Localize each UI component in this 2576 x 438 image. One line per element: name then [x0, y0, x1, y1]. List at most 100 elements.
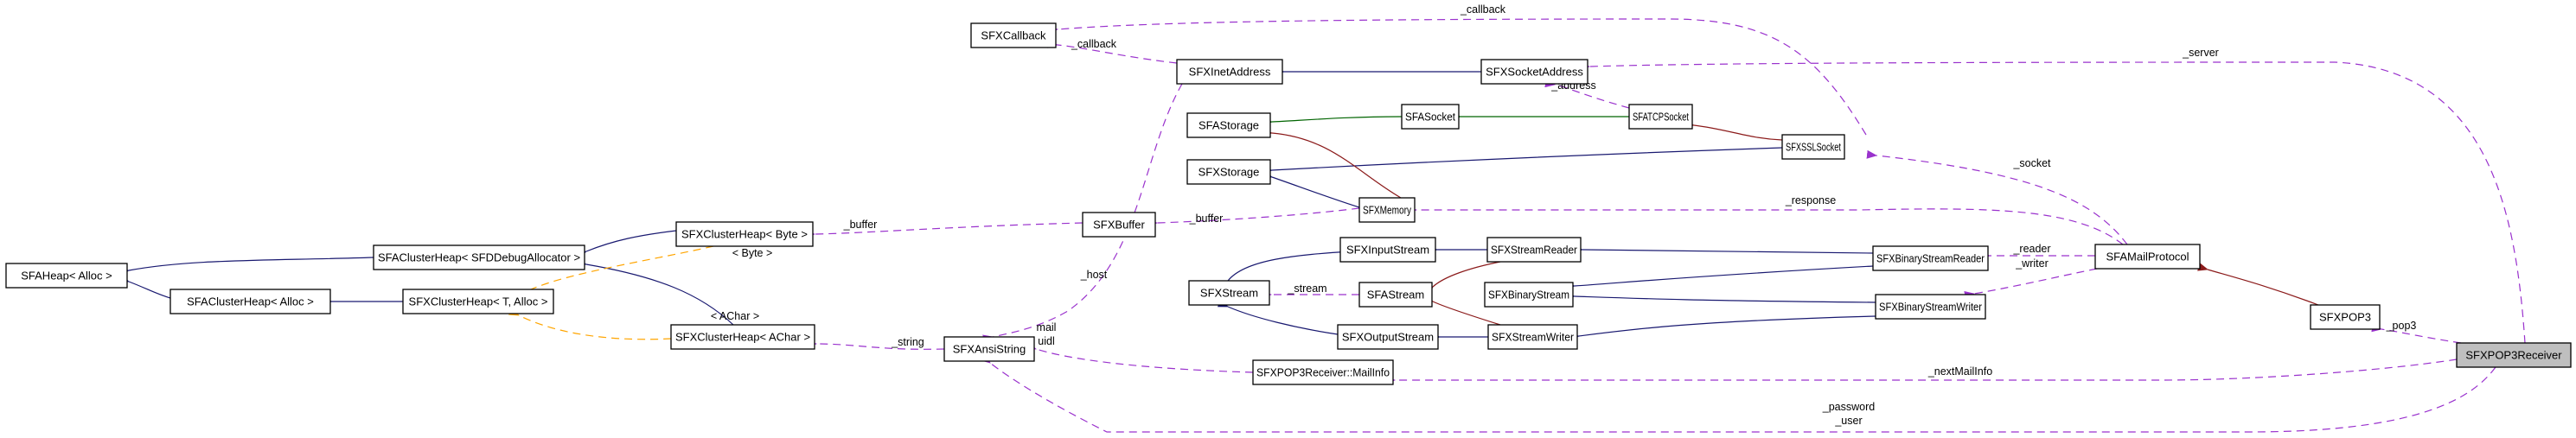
edge-label: _reader	[2012, 243, 2050, 255]
class-node-label: SFATCPSocket	[1633, 111, 1689, 124]
class-node-sfxoutputstream[interactable]: SFXOutputStream	[1337, 324, 1439, 350]
edge-sfxclusterheap_byte-to-sfaclusterheap_debug	[575, 230, 677, 259]
class-node-sfastream[interactable]: SFAStream	[1358, 282, 1433, 308]
class-node-label: SFXMemory	[1363, 204, 1411, 217]
nodes-layer: SFAHeap< Alloc > SFAClusterHeap< Alloc > S…	[5, 22, 2572, 385]
class-node-sfatcpsocket[interactable]: SFATCPSocket	[1628, 104, 1693, 130]
class-node-label: SFXStream	[1200, 287, 1258, 300]
edge-label: < AChar >	[711, 310, 759, 322]
class-node-label: SFXBinaryStreamReader	[1876, 252, 1985, 265]
edge-sfaclusterheap_alloc-to-sfaheap	[118, 274, 171, 299]
edge-sfamailprotocol-to-sfxbinarystreamwriter	[1964, 268, 2098, 300]
edge-sfaclusterheap_debug-to-sfaheap	[118, 257, 374, 276]
class-node-sfxbinarystreamwriter[interactable]: SFXBinaryStreamWriter	[1875, 294, 1986, 320]
class-node-sfxpop3receiver[interactable]: SFXPOP3Receiver	[2456, 342, 2572, 368]
edge-label: _socket	[2012, 157, 2051, 169]
class-node-sfxinetaddress[interactable]: SFXInetAddress	[1176, 59, 1283, 85]
class-node-label: SFXBuffer	[1093, 219, 1145, 232]
edge-label: _server	[2182, 47, 2219, 59]
edge-sfxpop3-to-sfamailprotocol	[2197, 263, 2319, 306]
edge-label: _callback	[1071, 38, 1117, 50]
edge-sfxoutputstream-to-sfxstream	[1217, 299, 1339, 335]
class-node-label: SFXSocketAddress	[1486, 66, 1583, 79]
edge-label: _stream	[1287, 282, 1326, 295]
class-node-label: SFXAnsiString	[953, 343, 1026, 356]
class-node-label: SFXClusterHeap< AChar >	[675, 331, 810, 344]
class-node-label: SFXSSLSocket	[1786, 141, 1841, 154]
edge-mailinfo-to-sfxansistring	[1026, 341, 1254, 373]
class-node-sfxstreamreader[interactable]: SFXStreamReader	[1486, 237, 1582, 263]
edge-label: _string	[891, 336, 924, 348]
class-node-sfaclusterheap_alloc[interactable]: SFAClusterHeap< Alloc >	[169, 289, 331, 314]
edge-sfxbinarystreamreader-to-sfxbinarystream	[1564, 265, 1874, 291]
edge-label: _callback	[1460, 3, 1506, 16]
class-node-label: SFXPOP3Receiver::MailInfo	[1256, 366, 1390, 379]
edge-label: < Byte >	[732, 247, 773, 259]
class-node-sfxcallback[interactable]: SFXCallback	[970, 22, 1057, 48]
edge-label: _buffer	[1189, 213, 1224, 225]
edge-sfxbinarystreamwriter-to-sfxstreamwriter	[1569, 315, 1876, 342]
edge-sfxpop3receiver-to-sfxansistring	[980, 353, 2496, 433]
class-node-sfxclusterheap_byte[interactable]: SFXClusterHeap< Byte >	[675, 221, 814, 247]
class-node-label: SFXClusterHeap< Byte >	[681, 228, 808, 241]
class-node-sfxstorage[interactable]: SFXStorage	[1186, 159, 1271, 185]
class-node-label: SFXOutputStream	[1342, 331, 1434, 344]
class-node-sfxpop3[interactable]: SFXPOP3	[2310, 304, 2381, 330]
edge-label: _host	[1080, 269, 1108, 281]
class-node-sfxsslsocket[interactable]: SFXSSLSocket	[1781, 134, 1845, 160]
class-node-sfxsocketaddress[interactable]: SFXSocketAddress	[1480, 59, 1588, 85]
edge-label: mail uidl	[1037, 321, 1057, 347]
class-node-sfasocket[interactable]: SFASocket	[1401, 104, 1460, 130]
class-node-sfaclusterheap_debug[interactable]: SFAClusterHeap< SFDDebugAllocator >	[373, 244, 585, 270]
class-node-label: SFAMailProtocol	[2106, 251, 2189, 263]
class-node-sfamailprotocol[interactable]: SFAMailProtocol	[2094, 244, 2201, 270]
class-node-sfxmemory[interactable]: SFXMemory	[1358, 197, 1416, 223]
collaboration-diagram: < Byte > < AChar > _buffer _string _callback…	[5, 3, 2572, 433]
class-node-sfxbuffer[interactable]: SFXBuffer	[1082, 212, 1156, 238]
edge-sfasocket-to-sfastorage	[1262, 116, 1403, 127]
class-node-label: SFAStorage	[1199, 119, 1259, 132]
class-node-sfxstreamwriter[interactable]: SFXStreamWriter	[1487, 324, 1578, 350]
class-node-label: SFXPOP3Receiver	[2465, 349, 2562, 362]
edge-sfxpop3receiver-to-mailinfo	[1385, 359, 2458, 384]
class-node-sfxstream[interactable]: SFXStream	[1188, 280, 1270, 306]
edge-sfxinputstream-to-sfxstream	[1218, 251, 1352, 291]
class-node-sfastorage[interactable]: SFAStorage	[1186, 112, 1271, 138]
class-node-sfxinputstream[interactable]: SFXInputStream	[1339, 237, 1436, 263]
class-node-label: SFXBinaryStreamWriter	[1879, 301, 1983, 314]
edge-label: _password _user	[1822, 401, 1875, 427]
edge-sfxansistring-to-sfxclusterheap_achar	[806, 339, 945, 350]
class-node-sfxclusterheap_achar[interactable]: SFXClusterHeap< AChar >	[670, 324, 815, 350]
edge-sfxinetaddress-to-sfxansistring	[982, 83, 1183, 344]
edge-label: _nextMailInfo	[1927, 365, 1992, 378]
class-node-label: SFXStreamReader	[1491, 244, 1578, 257]
edge-sfxsslsocket-to-sfatcpsocket	[1684, 119, 1783, 141]
class-node-label: SFXStorage	[1199, 166, 1260, 179]
edge-label: _response	[1785, 194, 1836, 206]
class-node-sfxclusterheap_t[interactable]: SFXClusterHeap< T, Alloc >	[402, 289, 554, 314]
class-node-label: SFAHeap< Alloc >	[21, 270, 112, 282]
class-node-label: SFXInetAddress	[1189, 66, 1271, 79]
edge-sfxclusterheap_achar-to-sfxclusterheap_t	[508, 307, 672, 340]
class-node-label: SFXInputStream	[1346, 244, 1429, 257]
class-node-sfaheap[interactable]: SFAHeap< Alloc >	[5, 263, 128, 289]
edge-sfamailprotocol-to-sfxsslsocket	[1866, 149, 2128, 245]
class-node-sfxansistring[interactable]: SFXAnsiString	[943, 336, 1035, 362]
edge-label: _pop3	[2386, 320, 2417, 332]
class-node-label: SFAClusterHeap< Alloc >	[187, 295, 314, 308]
edge-sfxmemory-to-sfxbuffer	[1147, 207, 1360, 228]
class-node-label: SFXClusterHeap< T, Alloc >	[409, 295, 548, 308]
class-node-sfxbinarystream[interactable]: SFXBinaryStream	[1484, 282, 1574, 308]
edge-label: _buffer	[843, 219, 878, 231]
class-node-label: SFASocket	[1405, 111, 1455, 124]
class-node-sfxbinarystreamreader[interactable]: SFXBinaryStreamReader	[1872, 245, 1989, 271]
class-node-label: SFXCallback	[981, 29, 1046, 42]
edge-sfxsslsocket-to-sfxstorage	[1262, 147, 1783, 175]
class-node-label: SFAClusterHeap< SFDDebugAllocator >	[378, 251, 580, 264]
edge-sfxmemory-to-sfastorage	[1262, 128, 1402, 199]
edge-sfxmemory-to-sfxstorage	[1261, 169, 1360, 208]
edge-sfxbinarystreamreader-to-sfxstreamreader	[1572, 244, 1874, 254]
class-node-label: SFXBinaryStream	[1488, 289, 1569, 302]
class-node-mailinfo[interactable]: SFXPOP3Receiver::MailInfo	[1252, 359, 1394, 385]
edge-sfxbinarystreamwriter-to-sfxbinarystream	[1564, 291, 1876, 303]
